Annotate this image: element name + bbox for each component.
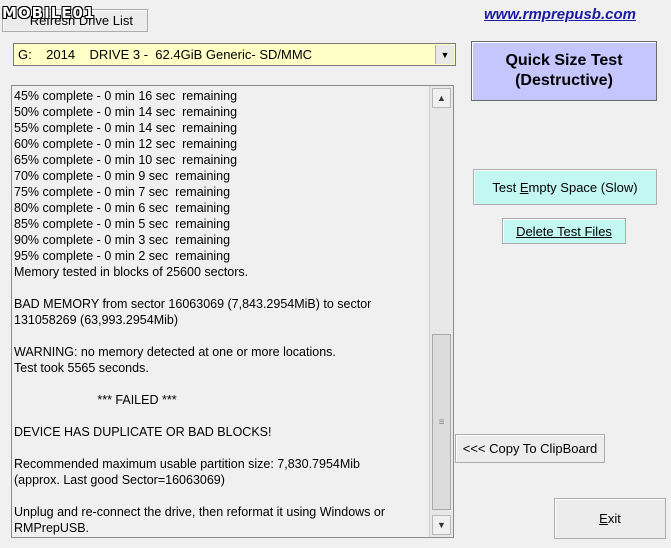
chevron-down-icon[interactable]: ▼: [435, 45, 454, 64]
delete-test-files-button[interactable]: Delete Test Files: [502, 218, 626, 244]
delete-test-files-label: Delete Test Files: [516, 223, 612, 239]
grip-icon: ≡: [438, 416, 445, 428]
test-empty-space-label: Test Empty Space (Slow): [492, 179, 638, 195]
exit-button[interactable]: Exit: [554, 498, 666, 539]
copy-to-clipboard-label: <<< Copy To ClipBoard: [462, 441, 598, 456]
drive-select[interactable]: G: 2014 DRIVE 3 - 62.4GiB Generic- SD/MM…: [13, 43, 456, 66]
watermark-logo: MOBILE01: [2, 4, 96, 22]
log-scrollbar[interactable]: ▲ ≡ ▼: [429, 86, 453, 537]
chevron-down-icon[interactable]: ▼: [432, 515, 451, 535]
website-link[interactable]: www.rmprepusb.com: [484, 6, 636, 23]
scroll-thumb[interactable]: ≡: [432, 334, 451, 510]
drive-select-value: G: 2014 DRIVE 3 - 62.4GiB Generic- SD/MM…: [18, 47, 313, 62]
copy-to-clipboard-button[interactable]: <<< Copy To ClipBoard: [455, 434, 605, 463]
exit-label: Exit: [599, 511, 621, 526]
output-log[interactable]: 45% complete - 0 min 16 sec remaining 50…: [11, 85, 454, 538]
output-log-text: 45% complete - 0 min 16 sec remaining 50…: [14, 89, 386, 535]
quick-size-test-sublabel: (Destructive): [515, 72, 613, 89]
quick-size-test-button[interactable]: Quick Size Test (Destructive): [471, 41, 657, 101]
test-empty-space-button[interactable]: Test Empty Space (Slow): [473, 169, 657, 205]
chevron-up-icon[interactable]: ▲: [432, 88, 451, 108]
quick-size-test-label: Quick Size Test: [505, 52, 623, 69]
